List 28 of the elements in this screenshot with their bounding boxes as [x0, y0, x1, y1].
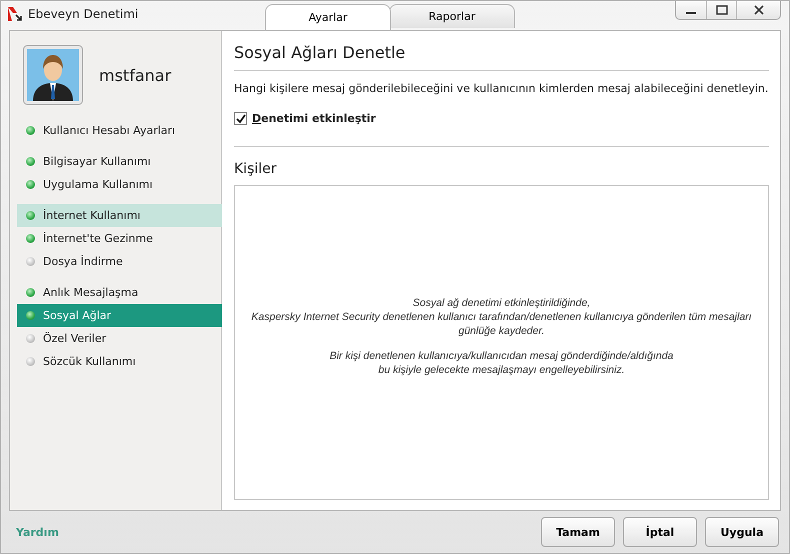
checkbox-label[interactable]: Denetimi etkinleştir	[252, 112, 376, 125]
checkbox[interactable]	[234, 112, 247, 125]
info-text: Sosyal ağ denetimi etkinleştirildiğinde, Kaspersky Internet Security denetlenen kullanıcı tarafından/denetlenen kullanıcıya gönderilen tüm mesajları günlüğe kaydeder.	[251, 297, 752, 338]
avatar-icon	[23, 45, 83, 105]
sidebar-item[interactable]: Bilgisayar Kullanımı	[17, 150, 223, 173]
app-logo-icon	[7, 6, 23, 22]
description-text: Hangi kişilere mesaj gönderilebileceğini ve kullanıcının kimlerden mesaj alabileceğini denetleyin.	[234, 82, 769, 95]
sidebar-item[interactable]: Dosya İndirme	[17, 250, 223, 273]
sidebar-item[interactable]: Anlık Mesajlaşma	[17, 281, 223, 304]
maximize-icon	[716, 5, 728, 15]
close-icon	[754, 5, 764, 15]
section-heading: Sosyal Ağları Denetle	[234, 43, 769, 71]
user-name: mstfanar	[99, 66, 172, 84]
sidebar-item[interactable]: Özel Veriler	[17, 327, 223, 350]
info-text: Bir kişi denetlenen kullanıcıya/kullanıcıdan mesaj gönderdiğinde/aldığında bu kişiyle gelecekte mesajlaşmayı engelleyebilirsiniz.	[330, 350, 674, 378]
sidebar-item[interactable]: İnternet'te Gezinme	[17, 227, 223, 250]
tab[interactable]: Ayarlar	[265, 4, 391, 30]
sidebar-item[interactable]: Uygulama Kullanımı	[17, 173, 223, 196]
sidebar-item[interactable]: İnternet Kullanımı	[17, 204, 223, 227]
sidebar-item[interactable]: Sosyal Ağlar	[17, 304, 223, 327]
sidebar-item[interactable]: Sözcük Kullanımı	[17, 350, 223, 373]
window-title: Ebeveyn Denetimi	[28, 7, 138, 21]
dialog-button[interactable]: Tamam	[541, 517, 615, 547]
tab[interactable]: Raporlar	[389, 4, 515, 28]
sidebar-item[interactable]: Kullanıcı Hesabı Ayarları	[17, 119, 223, 142]
contacts-heading: Kişiler	[234, 161, 278, 177]
dialog-button[interactable]: İptal	[623, 517, 697, 547]
dialog-button[interactable]: Uygula	[705, 517, 779, 547]
